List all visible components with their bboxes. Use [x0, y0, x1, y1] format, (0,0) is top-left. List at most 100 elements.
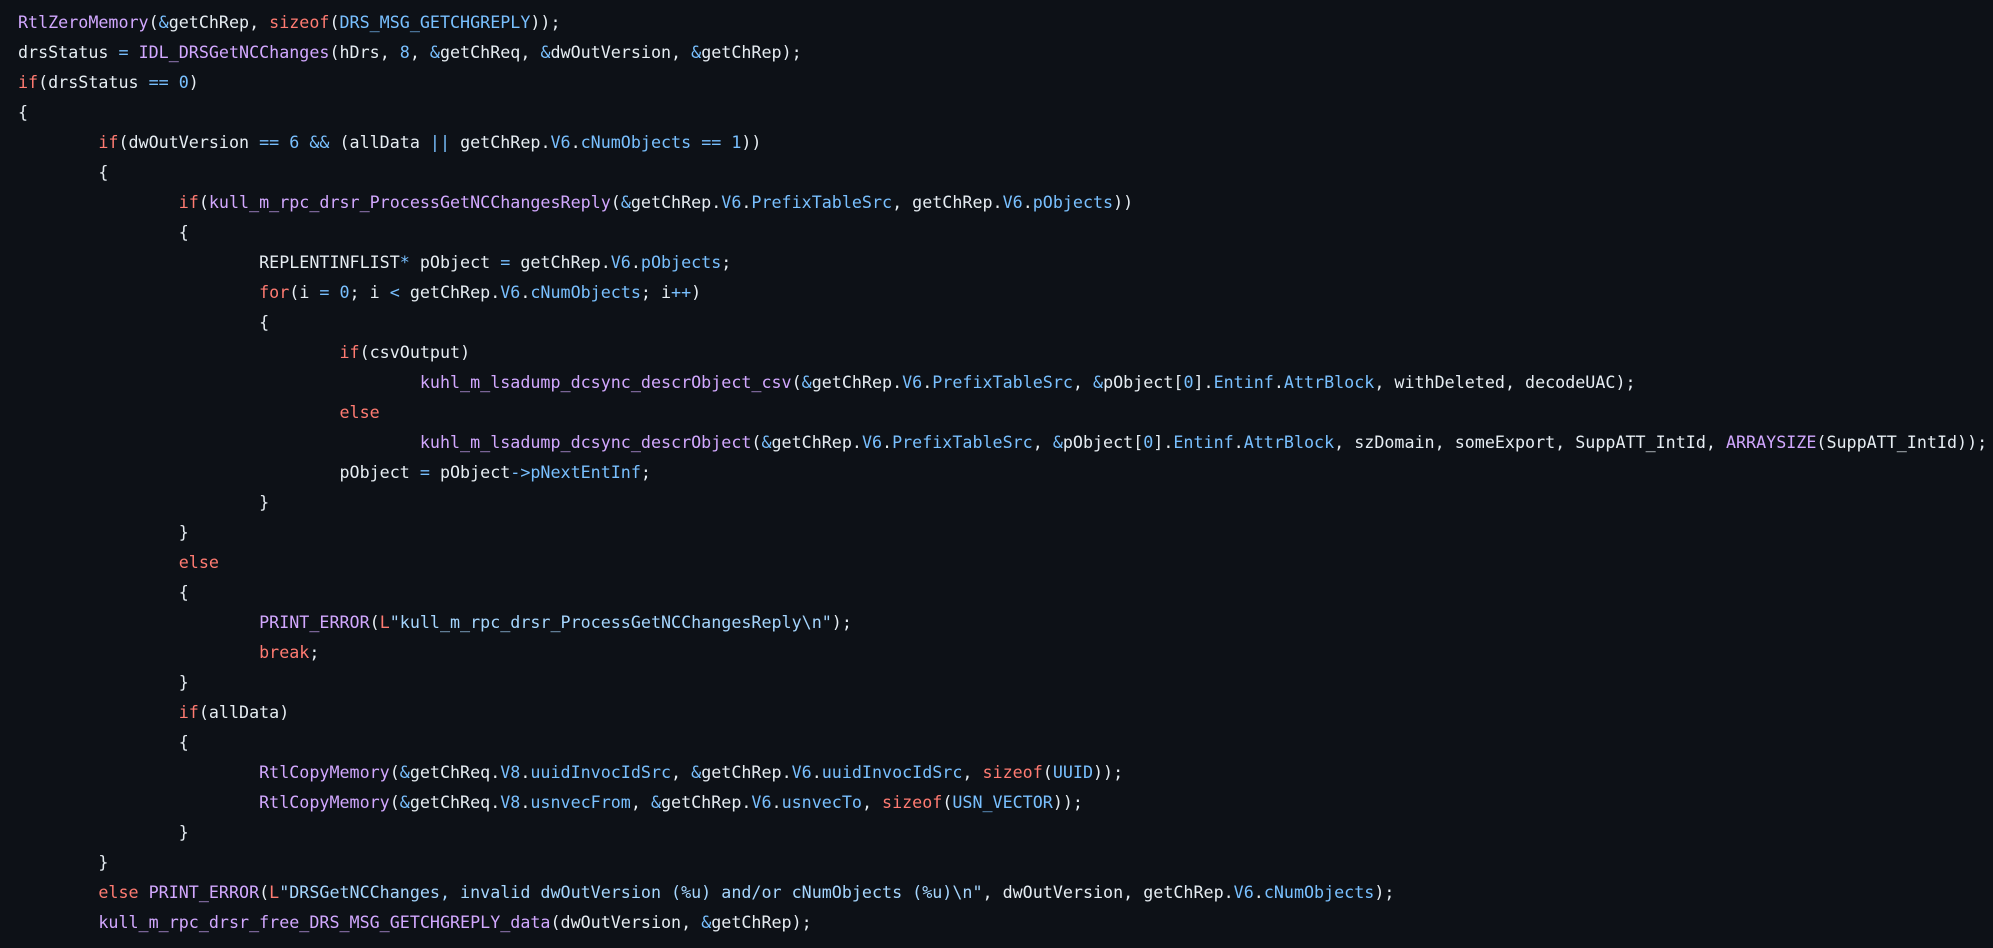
number-token: 0: [178, 72, 189, 92]
code-line: else: [18, 547, 1993, 577]
punctuation-token: ): [691, 282, 702, 302]
identifier-token: pObject: [1062, 432, 1134, 452]
identifier-token: allData: [349, 132, 420, 152]
identifier-token: getChRep: [771, 432, 852, 452]
punctuation-token: }: [259, 492, 270, 512]
code-line: if(kull_m_rpc_drsr_ProcessGetNCChangesRe…: [18, 187, 1993, 217]
punctuation-token: }: [178, 522, 189, 542]
punctuation-token: }: [98, 852, 109, 872]
punctuation-token: .: [811, 762, 822, 782]
punctuation-token: ,: [520, 42, 541, 62]
punctuation-token: ));: [1093, 762, 1124, 782]
function-token: kuhl_m_lsadump_dcsync_descrObject_csv: [419, 372, 792, 392]
punctuation-token: (: [38, 72, 49, 92]
code-line: {: [18, 727, 1993, 757]
punctuation-token: (: [1042, 762, 1053, 782]
punctuation-token: .: [771, 792, 782, 812]
punctuation-token: );: [1615, 372, 1636, 392]
code-line: }: [18, 847, 1993, 877]
punctuation-token: ,: [671, 42, 692, 62]
punctuation-token: ,: [1504, 372, 1526, 392]
identifier-token: getChRep: [409, 282, 491, 302]
punctuation-token: .: [540, 132, 551, 152]
identifier-token: getChRep: [630, 192, 712, 212]
function-token: PRINT_ERROR: [259, 612, 370, 632]
punctuation-token: (: [359, 342, 370, 362]
identifier-token: SuppATT_IntId: [1826, 432, 1958, 452]
property-token: Entinf: [1213, 372, 1274, 392]
punctuation-token: {: [178, 222, 189, 242]
identifier-token: getChRep: [520, 252, 601, 272]
code-line: kuhl_m_lsadump_dcsync_descrObject(&getCh…: [18, 427, 1993, 457]
punctuation-token: [400, 282, 410, 302]
punctuation-token: (: [148, 12, 159, 32]
punctuation-token: ;: [640, 282, 661, 302]
punctuation-token: ));: [530, 12, 561, 32]
identifier-token: getChRep: [168, 12, 250, 32]
operator-token: &: [650, 792, 661, 812]
property-token: PrefixTableSrc: [932, 372, 1073, 392]
punctuation-token: (: [550, 912, 561, 932]
punctuation-token: {: [178, 582, 189, 602]
code-line: else: [18, 397, 1993, 427]
code-line: }: [18, 517, 1993, 547]
keyword-token: L: [379, 612, 390, 632]
punctuation-token: .: [520, 282, 531, 302]
keyword-token: L: [269, 882, 280, 902]
punctuation-token: [: [1173, 372, 1184, 392]
property-token: V6: [1233, 882, 1254, 902]
keyword-token: if: [178, 192, 199, 212]
property-token: UUID: [1052, 762, 1094, 782]
punctuation-token: [450, 132, 460, 152]
punctuation-token: )): [1113, 192, 1134, 212]
punctuation-token: ;: [309, 642, 320, 662]
code-line: for(i = 0; i < getChRep.V6.cNumObjects; …: [18, 277, 1993, 307]
function-token: kuhl_m_lsadump_dcsync_descrObject: [419, 432, 752, 452]
keyword-token: sizeof: [269, 12, 330, 32]
punctuation-token: [279, 132, 289, 152]
punctuation-token: .: [1253, 882, 1264, 902]
punctuation-token: [139, 882, 149, 902]
code-line: {: [18, 577, 1993, 607]
punctuation-token: .: [520, 792, 531, 812]
punctuation-token: (: [1816, 432, 1827, 452]
identifier-token: dwOutVersion: [128, 132, 250, 152]
property-token: USN_VECTOR: [952, 792, 1053, 812]
property-token: V8: [500, 792, 521, 812]
identifier-token: SuppATT_IntId: [1575, 432, 1706, 452]
property-token: cNumObjects: [530, 282, 641, 302]
punctuation-token: {: [98, 162, 109, 182]
punctuation-token: ,: [1705, 432, 1726, 452]
identifier-token: decodeUAC: [1525, 372, 1616, 392]
function-token: kull_m_rpc_drsr_free_DRS_MSG_GETCHGREPLY…: [98, 912, 551, 932]
property-token: V6: [861, 432, 883, 452]
string-token: "DRSGetNCChanges, invalid dwOutVersion (…: [279, 882, 983, 902]
punctuation-token: ,: [379, 42, 400, 62]
identifier-token: csvOutput: [369, 342, 461, 362]
function-token: RtlZeroMemory: [18, 12, 149, 32]
punctuation-token: )): [741, 132, 762, 152]
identifier-token: allData: [208, 702, 280, 722]
operator-token: &: [540, 42, 551, 62]
property-token: cNumObjects: [1263, 882, 1375, 902]
identifier-token: withDeleted: [1394, 372, 1505, 392]
operator-token: &&: [309, 132, 330, 152]
operator-token: &: [399, 762, 410, 782]
identifier-token: pObject: [1103, 372, 1174, 392]
punctuation-token: .: [630, 252, 641, 272]
identifier-token: getChRep: [912, 192, 993, 212]
code-line: {: [18, 307, 1993, 337]
property-token: AttrBlock: [1283, 372, 1375, 392]
punctuation-token: {: [178, 732, 189, 752]
punctuation-token: ));: [1052, 792, 1083, 812]
property-token: V6: [1002, 192, 1023, 212]
